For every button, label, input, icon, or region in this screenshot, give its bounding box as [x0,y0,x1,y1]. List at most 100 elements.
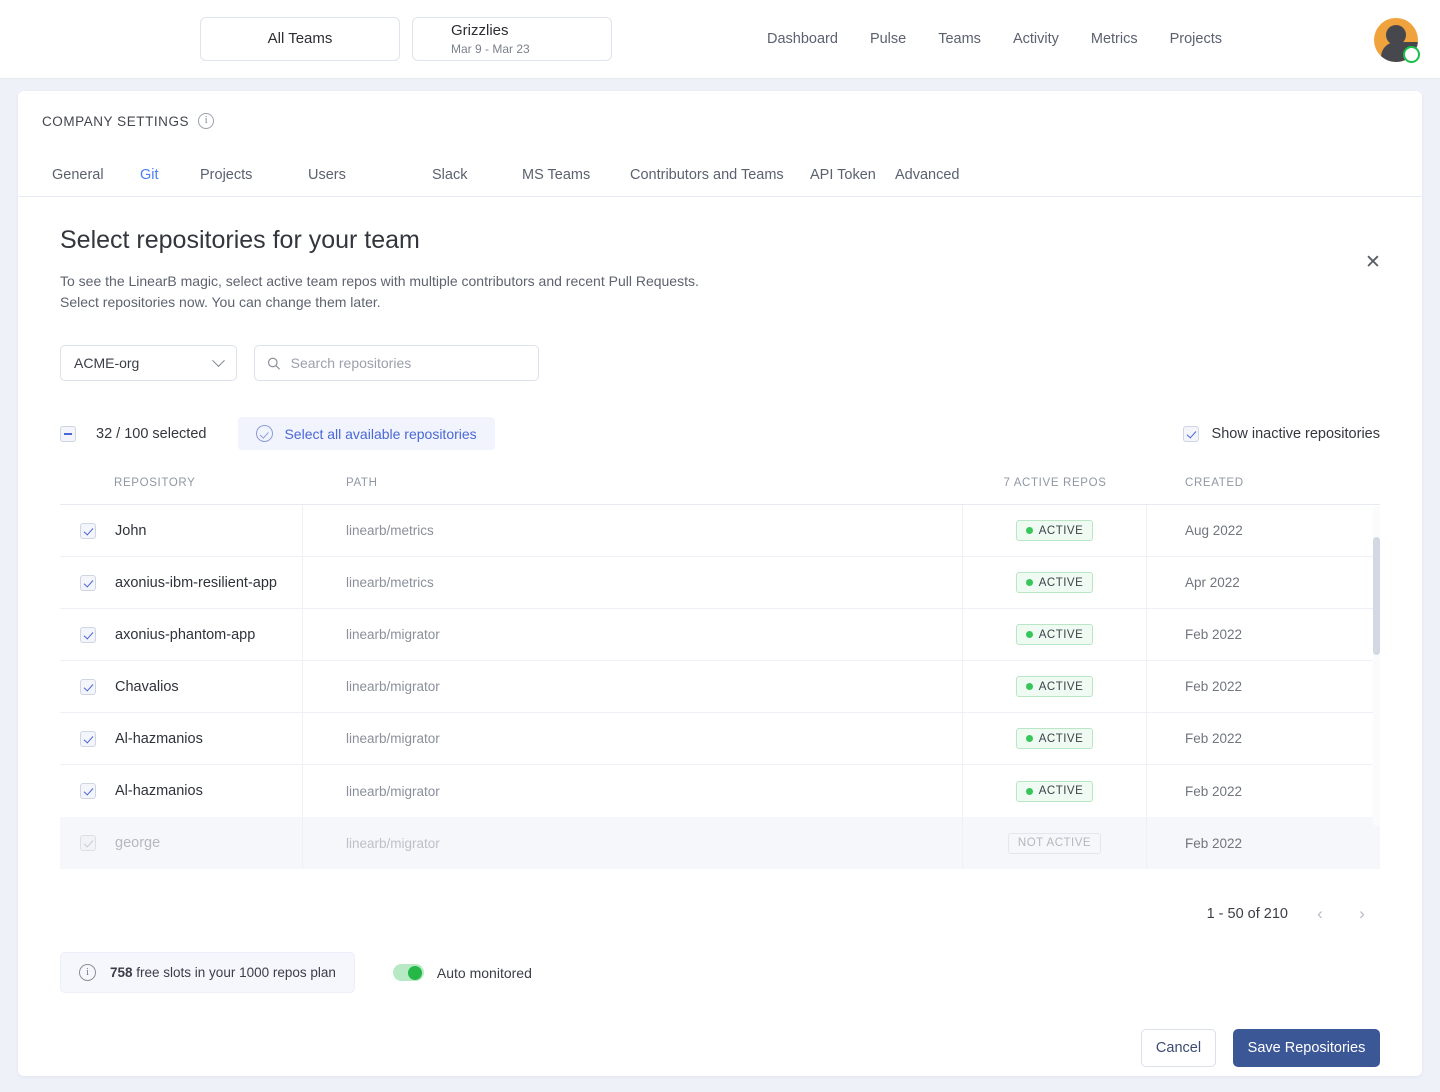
row-checkbox[interactable] [80,678,96,695]
status-cell: NOT ACTIVE [963,817,1147,869]
all-teams-button[interactable]: All Teams [200,17,400,61]
repo-path: linearb/migrator [303,713,963,764]
status-badge: ACTIVE [1015,676,1094,697]
show-inactive-checkbox[interactable] [1182,425,1199,442]
status-badge-label: ACTIVE [1038,785,1084,797]
dialog-title: Select repositories for your team [60,226,420,254]
auto-monitored-toggle[interactable]: Auto monitored [392,964,532,981]
footer-info-row: i 758 free slots in your 1000 repos plan… [60,952,1380,993]
row-checkbox[interactable] [80,522,96,539]
selected-count-label: 32 / 100 selected [96,425,207,442]
dialog-actions: Cancel Save Repositories [60,1029,1380,1067]
repo-path: linearb/metrics [303,557,963,608]
repo-name: axonius-phantom-app [115,626,256,643]
repo-path: linearb/migrator [303,817,963,869]
save-repositories-button[interactable]: Save Repositories [1233,1029,1380,1067]
tab-slack[interactable]: Slack [432,167,522,183]
status-dot-icon [1025,735,1033,742]
repo-cell: axonius-ibm-resilient-app [60,557,303,608]
table-row[interactable]: Al-hazmanios linearb/migrator ACTIVE Feb… [60,713,1380,765]
dialog-subtitle-line-1: To see the LinearB magic, select active … [60,273,699,289]
nav-link-dashboard[interactable]: Dashboard [767,31,838,47]
created-date: Apr 2022 [1185,575,1240,590]
all-teams-label: All Teams [267,30,333,47]
table-row[interactable]: axonius-ibm-resilient-app linearb/metric… [60,557,1380,609]
free-slots-banner: i 758 free slots in your 1000 repos plan [60,952,355,993]
row-checkbox[interactable] [80,574,96,591]
column-header-repository: REPOSITORY [114,477,196,489]
row-checkbox [80,835,96,851]
show-inactive-label: Show inactive repositories [1211,425,1380,442]
table-row[interactable]: axonius-phantom-app linearb/migrator ACT… [60,609,1380,661]
row-checkbox[interactable] [80,730,96,747]
chevron-right-icon[interactable]: › [1352,905,1372,922]
tab-general[interactable]: General [52,167,140,183]
table-row[interactable]: Al-hazmanios linearb/migrator ACTIVE Feb… [60,765,1380,817]
created-date: Feb 2022 [1185,679,1243,694]
search-repositories-box[interactable] [254,345,539,381]
status-dot-icon [1025,631,1033,638]
info-icon[interactable]: i [198,113,215,129]
page-title: COMPANY SETTINGS [42,113,190,129]
close-icon[interactable]: ✕ [1360,250,1386,276]
top-navigation-bar: All Teams Grizzlies Mar 9 - Mar 23 Dashb… [0,0,1440,79]
nav-link-projects[interactable]: Projects [1170,31,1222,47]
row-checkbox[interactable] [80,783,96,799]
status-cell: ACTIVE [963,713,1147,764]
tab-ms-teams[interactable]: MS Teams [522,167,630,183]
cancel-button[interactable]: Cancel [1141,1029,1216,1067]
tab-users[interactable]: Users [308,167,432,183]
repo-path: linearb/metrics [303,505,963,556]
chevron-left-icon[interactable]: ‹ [1310,905,1330,922]
repo-path: linearb/migrator [303,609,963,660]
select-all-available-button[interactable]: Select all available repositories [238,417,495,450]
show-inactive-toggle[interactable]: Show inactive repositories [1182,425,1380,442]
free-slots-suffix: free slots in your 1000 repos plan [132,965,336,980]
repo-name: Al-hazmanios [115,783,203,799]
table-header-row: REPOSITORY PATH 7 ACTIVE REPOS CREATED [60,477,1380,505]
nav-link-teams[interactable]: Teams [938,31,981,47]
free-slots-text: 758 free slots in your 1000 repos plan [110,965,336,980]
repo-cell: george [60,817,303,869]
status-badge: ACTIVE [1015,520,1094,541]
chevron-down-icon [212,353,225,367]
search-input[interactable] [290,355,526,371]
table-row[interactable]: george linearb/migrator NOT ACTIVE Feb 2… [60,817,1380,869]
toggle-knob [408,965,423,980]
org-select[interactable]: ACME-org [60,345,237,381]
repo-cell: John [60,505,303,556]
column-header-path: PATH [346,477,378,489]
table-row[interactable]: John linearb/metrics ACTIVE Aug 2022 [60,505,1380,557]
nav-link-activity[interactable]: Activity [1013,31,1059,47]
tab-contributors-and-teams[interactable]: Contributors and Teams [630,167,810,183]
current-team-button[interactable]: Grizzlies Mar 9 - Mar 23 [412,17,612,61]
created-date: Feb 2022 [1185,627,1243,642]
selection-controls: 32 / 100 selected Select all available r… [60,417,1380,450]
toggle-switch[interactable] [392,964,424,981]
created-date: Feb 2022 [1185,783,1243,799]
tab-projects[interactable]: Projects [200,167,308,183]
column-header-active-repos: 7 ACTIVE REPOS [1003,477,1107,489]
table-scrollbar-thumb[interactable] [1373,537,1380,655]
repo-cell: Chavalios [60,661,303,712]
check-circle-icon [256,425,274,442]
nav-link-metrics[interactable]: Metrics [1091,31,1138,47]
repo-path: linearb/migrator [303,661,963,712]
row-checkbox[interactable] [80,626,96,643]
avatar[interactable] [1374,18,1420,63]
select-all-checkbox[interactable] [60,425,76,442]
free-slots-count: 758 [110,965,133,980]
tab-api-token[interactable]: API Token [810,167,895,183]
status-badge: ACTIVE [1015,780,1094,802]
nav-link-pulse[interactable]: Pulse [870,31,906,47]
status-badge-label: ACTIVE [1038,732,1084,745]
repo-cell: Al-hazmanios [60,765,303,817]
tab-git[interactable]: Git [140,167,200,183]
current-team-name: Grizzlies [451,22,509,39]
pagination-info: 1 - 50 of 210 [1206,905,1288,922]
status-dot-icon [1025,579,1033,586]
company-settings-header: COMPANY SETTINGS i [18,91,1422,129]
tab-advanced[interactable]: Advanced [895,167,960,183]
main-nav: Dashboard Pulse Teams Activity Metrics P… [767,31,1222,47]
table-row[interactable]: Chavalios linearb/migrator ACTIVE Feb 20… [60,661,1380,713]
